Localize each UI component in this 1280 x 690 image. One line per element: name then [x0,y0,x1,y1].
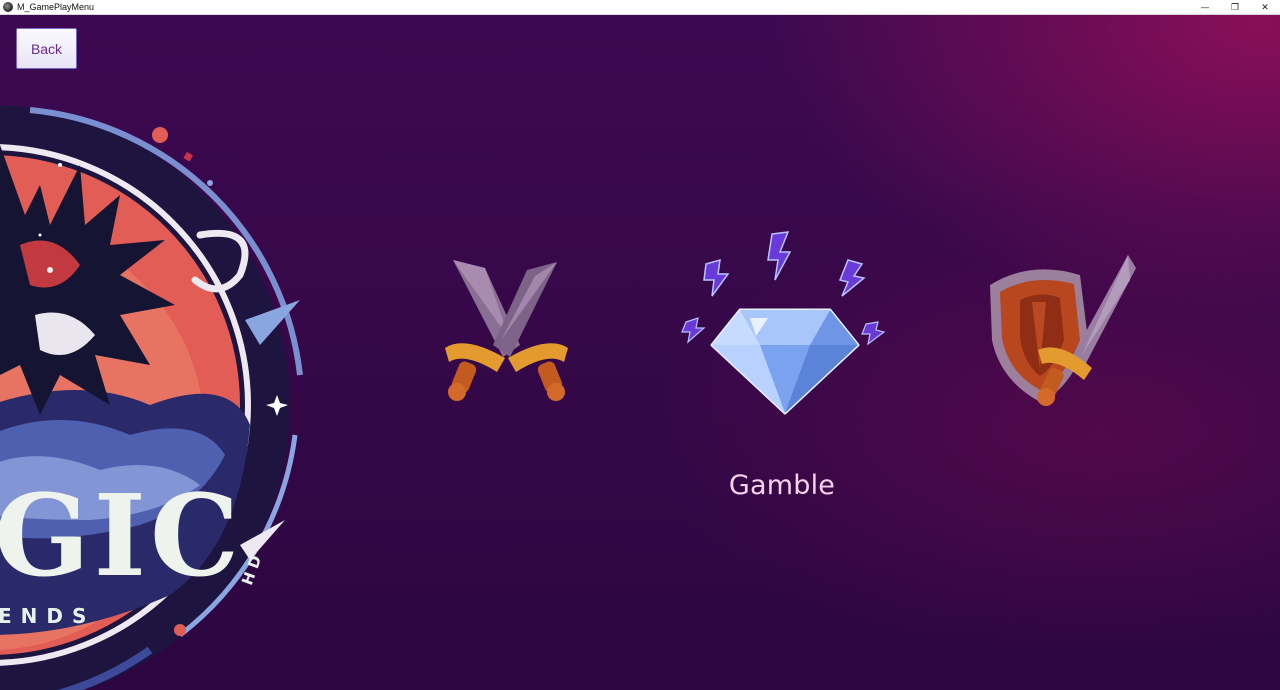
diamond-icon[interactable] [680,230,890,420]
game-logo: GIC ENDS HD [0,105,303,690]
logo-subtitle: ENDS [0,604,95,628]
close-button[interactable]: ✕ [1250,0,1280,15]
logo-wordmark: GIC [0,471,243,602]
window-title: M_GamePlayMenu [17,2,95,12]
shield-sword-icon[interactable] [980,240,1140,415]
game-menu-area: GIC ENDS HD Back Gamble [0,15,1280,690]
restore-button[interactable]: ❐ [1220,0,1250,15]
back-button[interactable]: Back [16,28,77,69]
minimize-button[interactable]: — [1190,0,1220,15]
mode-label-gamble: Gamble [728,470,836,501]
window-controls: — ❐ ✕ [1190,0,1280,15]
app-icon [3,2,13,12]
window-titlebar: M_GamePlayMenu — ❐ ✕ [0,0,1280,15]
crossed-swords-icon[interactable] [435,240,580,410]
